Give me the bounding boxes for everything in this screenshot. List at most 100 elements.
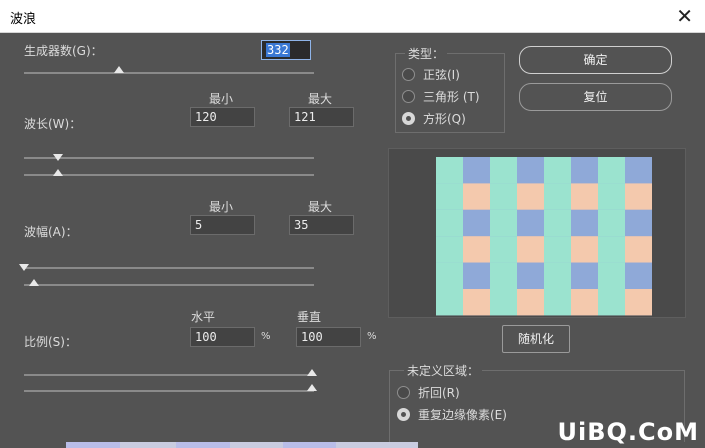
preview-panel — [388, 148, 686, 318]
repeat-edge-pixels-radio[interactable] — [397, 408, 410, 421]
close-icon[interactable]: ✕ — [676, 4, 693, 28]
wrap-around-label[interactable]: 折回(R) — [418, 384, 460, 401]
generators-label: 生成器数(G)： — [24, 44, 103, 58]
preview-cell — [463, 183, 490, 210]
preview-cell — [598, 236, 625, 263]
preview-cell — [490, 262, 517, 289]
preview-cell — [490, 236, 517, 263]
preview-cell — [490, 209, 517, 237]
type-sine-label[interactable]: 正弦(I) — [423, 66, 460, 83]
wavelength-min-input[interactable]: 120 — [190, 107, 255, 127]
window-title: 波浪 — [10, 12, 37, 27]
preview-cell — [571, 157, 598, 184]
preview-cell — [598, 157, 625, 184]
preview-cell — [625, 209, 652, 237]
wavelength-max-slider-track[interactable] — [24, 174, 314, 176]
preview-cell — [490, 183, 517, 210]
preview-cell — [490, 289, 517, 316]
undefined-area-legend: 未定义区域： — [404, 362, 483, 379]
amplitude-max-input[interactable]: 35 — [289, 215, 354, 235]
preview-cell — [625, 262, 652, 289]
preview-cell — [436, 289, 463, 316]
preview-cell — [598, 289, 625, 316]
preview-cell — [517, 157, 544, 184]
wavelength-max-input[interactable]: 121 — [289, 107, 354, 127]
preview-cell — [598, 183, 625, 210]
wavelength-max-header: 最大 — [308, 92, 333, 106]
preview-cell — [571, 236, 598, 263]
type-square-radio[interactable] — [402, 112, 415, 125]
preview-cell — [436, 157, 463, 184]
preview-cell — [517, 236, 544, 263]
wavelength-label: 波长(W)： — [24, 117, 82, 131]
generators-slider-thumb[interactable] — [114, 66, 124, 73]
preview-cell — [463, 209, 490, 237]
preview-cell — [517, 289, 544, 316]
scale-horizontal-header: 水平 — [191, 310, 216, 324]
watermark-logo: UiBQ.CoM — [557, 418, 699, 446]
generators-input[interactable]: 332 — [261, 40, 311, 60]
wavelength-min-slider-thumb[interactable] — [53, 154, 63, 161]
amplitude-label: 波幅(A)： — [24, 225, 78, 239]
type-sine-radio[interactable] — [402, 68, 415, 81]
wavelength-min-slider-track[interactable] — [24, 157, 314, 159]
preview-cell — [625, 236, 652, 263]
preview-cell — [517, 262, 544, 289]
title-bar: 波浪 ✕ — [0, 0, 705, 33]
preview-cell — [544, 262, 571, 289]
scale-vertical-unit: % — [367, 331, 377, 342]
preview-cell — [490, 157, 517, 184]
amplitude-min-input[interactable]: 5 — [190, 215, 255, 235]
preview-cell — [517, 209, 544, 237]
preview-cell — [571, 262, 598, 289]
wave-preview — [436, 157, 652, 316]
preview-cell — [463, 262, 490, 289]
type-square-label[interactable]: 方形(Q) — [423, 110, 466, 127]
preview-cell — [436, 236, 463, 263]
randomize-button[interactable]: 随机化 — [502, 325, 570, 353]
amplitude-min-slider-track[interactable] — [24, 267, 314, 269]
preview-cell — [517, 183, 544, 210]
preview-cell — [571, 183, 598, 210]
preview-cell — [598, 209, 625, 237]
scale-label: 比例(S)： — [24, 335, 77, 349]
preview-cell — [544, 289, 571, 316]
ok-button[interactable]: 确定 — [519, 46, 672, 74]
preview-cell — [625, 157, 652, 184]
preview-cell — [571, 209, 598, 237]
scale-vertical-header: 垂直 — [297, 310, 322, 324]
preview-cell — [436, 262, 463, 289]
scale-vertical-slider-track[interactable] — [24, 390, 314, 392]
generators-slider-track[interactable] — [24, 72, 314, 74]
scale-vertical-slider-thumb[interactable] — [307, 384, 317, 391]
preview-cell — [436, 209, 463, 237]
scale-vertical-input[interactable]: 100 — [296, 327, 361, 347]
preview-cell — [544, 183, 571, 210]
preview-cell — [571, 289, 598, 316]
reset-button[interactable]: 复位 — [519, 83, 672, 111]
amplitude-min-slider-thumb[interactable] — [19, 264, 29, 271]
preview-cell — [436, 183, 463, 210]
wavelength-min-header: 最小 — [209, 92, 234, 106]
amplitude-max-header: 最大 — [308, 200, 333, 214]
preview-cell — [463, 157, 490, 184]
preview-cell — [544, 157, 571, 184]
preview-cell — [544, 209, 571, 237]
preview-cell — [625, 183, 652, 210]
preview-cell — [463, 289, 490, 316]
type-triangle-label[interactable]: 三角形 (T) — [423, 88, 480, 105]
scale-horizontal-input[interactable]: 100 — [190, 327, 255, 347]
scale-horizontal-unit: % — [261, 331, 271, 342]
preview-cell — [463, 236, 490, 263]
amplitude-min-header: 最小 — [209, 200, 234, 214]
preview-cell — [625, 289, 652, 316]
type-triangle-radio[interactable] — [402, 90, 415, 103]
amplitude-max-slider-track[interactable] — [24, 284, 314, 286]
type-legend: 类型： — [405, 45, 448, 62]
scale-horizontal-slider-thumb[interactable] — [307, 369, 317, 376]
scale-horizontal-slider-track[interactable] — [24, 374, 314, 376]
amplitude-max-slider-thumb[interactable] — [29, 279, 39, 286]
repeat-edge-pixels-label[interactable]: 重复边缘像素(E) — [418, 406, 507, 423]
wavelength-max-slider-thumb[interactable] — [53, 169, 63, 176]
wrap-around-radio[interactable] — [397, 386, 410, 399]
